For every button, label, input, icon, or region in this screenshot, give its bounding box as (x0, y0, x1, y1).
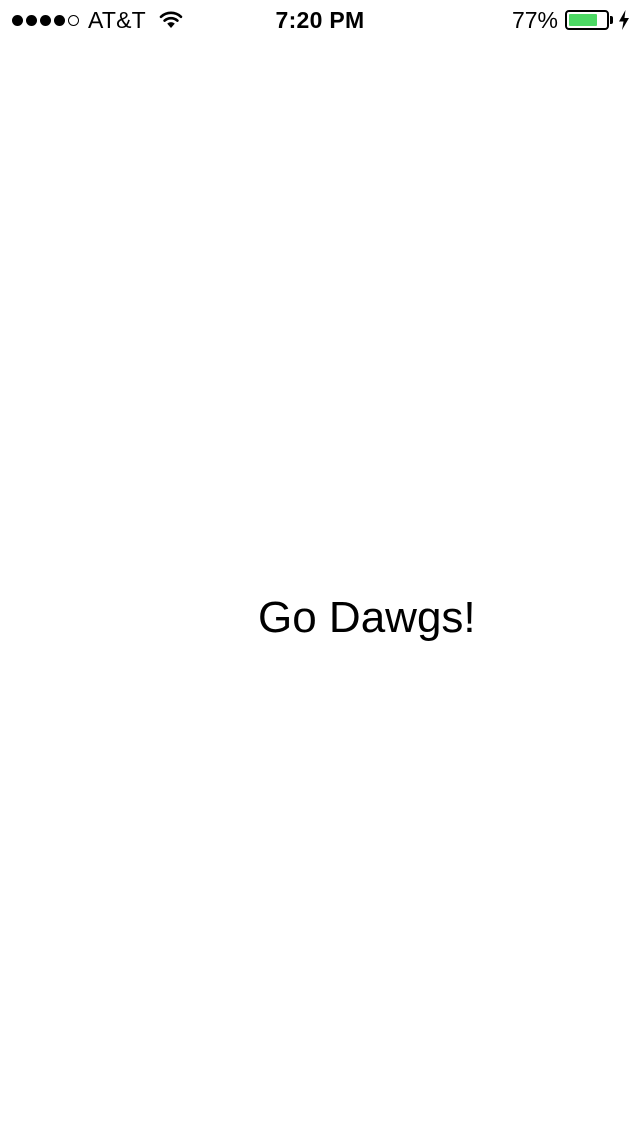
charging-bolt-icon (619, 10, 629, 30)
battery-icon (565, 10, 609, 30)
status-bar: AT&T 7:20 PM 77% (0, 0, 640, 40)
app-screen: AT&T 7:20 PM 77% Go Dawgs! (0, 0, 640, 1136)
go-dawgs-label: Go Dawgs! (258, 593, 476, 642)
battery-level-fill (569, 14, 597, 26)
battery-tip (610, 16, 613, 24)
battery-percentage: 77% (511, 7, 558, 33)
status-bar-right: 77% (512, 0, 630, 40)
